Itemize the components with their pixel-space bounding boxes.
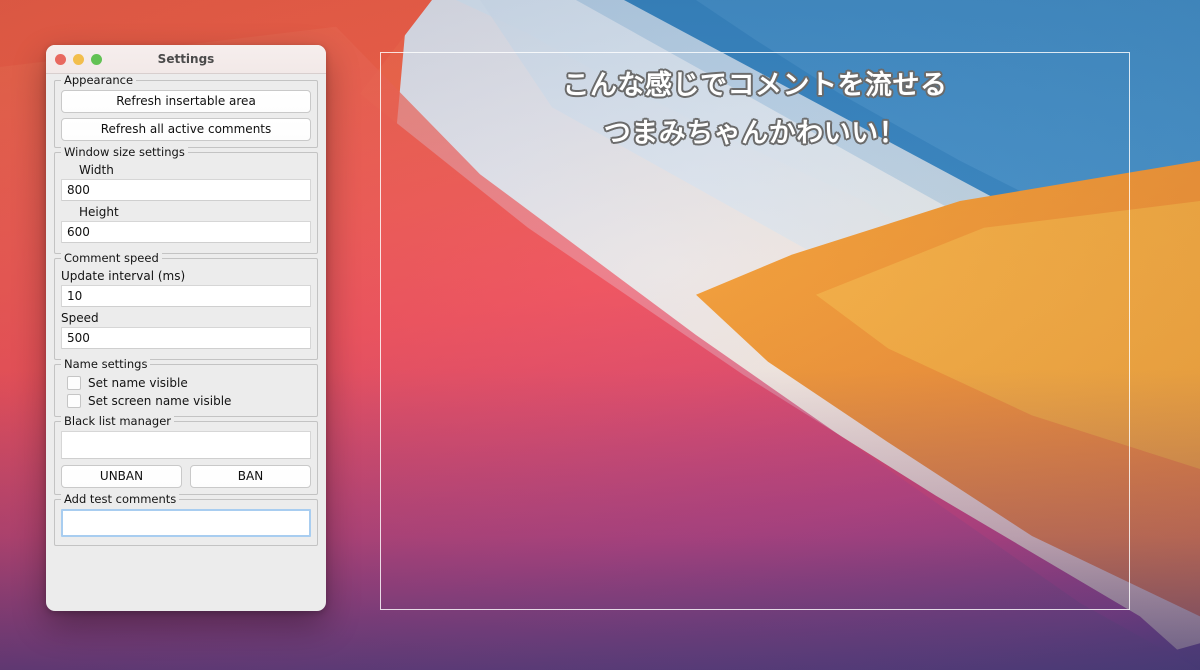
unban-button[interactable]: UNBAN [61,465,182,488]
speed-label: Speed [61,311,99,325]
update-interval-input[interactable] [61,285,311,307]
update-interval-label: Update interval (ms) [61,269,186,283]
minimize-button[interactable] [73,53,84,65]
group-legend-black-list-manager: Black list manager [61,415,175,428]
set-screen-name-visible-row[interactable]: Set screen name visible [61,392,311,410]
traffic-light-group [55,45,102,73]
comment-line: こんな感じでコメントを流せる [562,70,948,101]
ban-button[interactable]: BAN [190,465,311,488]
set-name-visible-checkbox[interactable] [67,376,81,390]
group-legend-add-test-comments: Add test comments [61,493,180,506]
add-test-comments-input[interactable] [61,509,311,537]
comment-overlay-window[interactable]: こんな感じでコメントを流せる つまみちゃんかわいい！ [380,52,1130,610]
height-input[interactable] [61,221,311,243]
group-legend-appearance: Appearance [61,74,137,87]
width-input[interactable] [61,179,311,201]
set-screen-name-visible-checkbox[interactable] [67,394,81,408]
window-titlebar[interactable]: Settings [46,45,326,74]
refresh-insertable-area-button[interactable]: Refresh insertable area [61,90,311,113]
group-legend-window-size: Window size settings [61,146,188,159]
refresh-all-active-comments-button[interactable]: Refresh all active comments [61,118,311,141]
black-list-input[interactable] [61,431,311,459]
comment-line: つまみちゃんかわいい！ [603,118,907,149]
group-add-test-comments: Add test comments [54,493,318,546]
desktop: こんな感じでコメントを流せる つまみちゃんかわいい！ Settings Appe… [0,0,1200,670]
set-name-visible-label: Set name visible [88,376,188,390]
close-button[interactable] [55,53,66,65]
settings-window[interactable]: Settings Appearance Refresh insertable a… [46,45,326,611]
group-legend-comment-speed: Comment speed [61,252,162,265]
group-legend-name-settings: Name settings [61,358,151,371]
group-window-size-settings: Window size settings Width Height [54,146,318,254]
width-label: Width [79,163,114,177]
settings-content: Appearance Refresh insertable area Refre… [46,74,326,611]
group-name-settings: Name settings Set name visible Set scree… [54,358,318,417]
black-list-button-row: UNBAN BAN [61,465,311,488]
group-comment-speed: Comment speed Update interval (ms) Speed [54,252,318,360]
zoom-button[interactable] [91,53,102,65]
group-black-list-manager: Black list manager UNBAN BAN [54,415,318,495]
set-screen-name-visible-label: Set screen name visible [88,394,232,408]
speed-input[interactable] [61,327,311,349]
height-label: Height [79,205,119,219]
group-appearance: Appearance Refresh insertable area Refre… [54,74,318,148]
set-name-visible-row[interactable]: Set name visible [61,374,311,392]
